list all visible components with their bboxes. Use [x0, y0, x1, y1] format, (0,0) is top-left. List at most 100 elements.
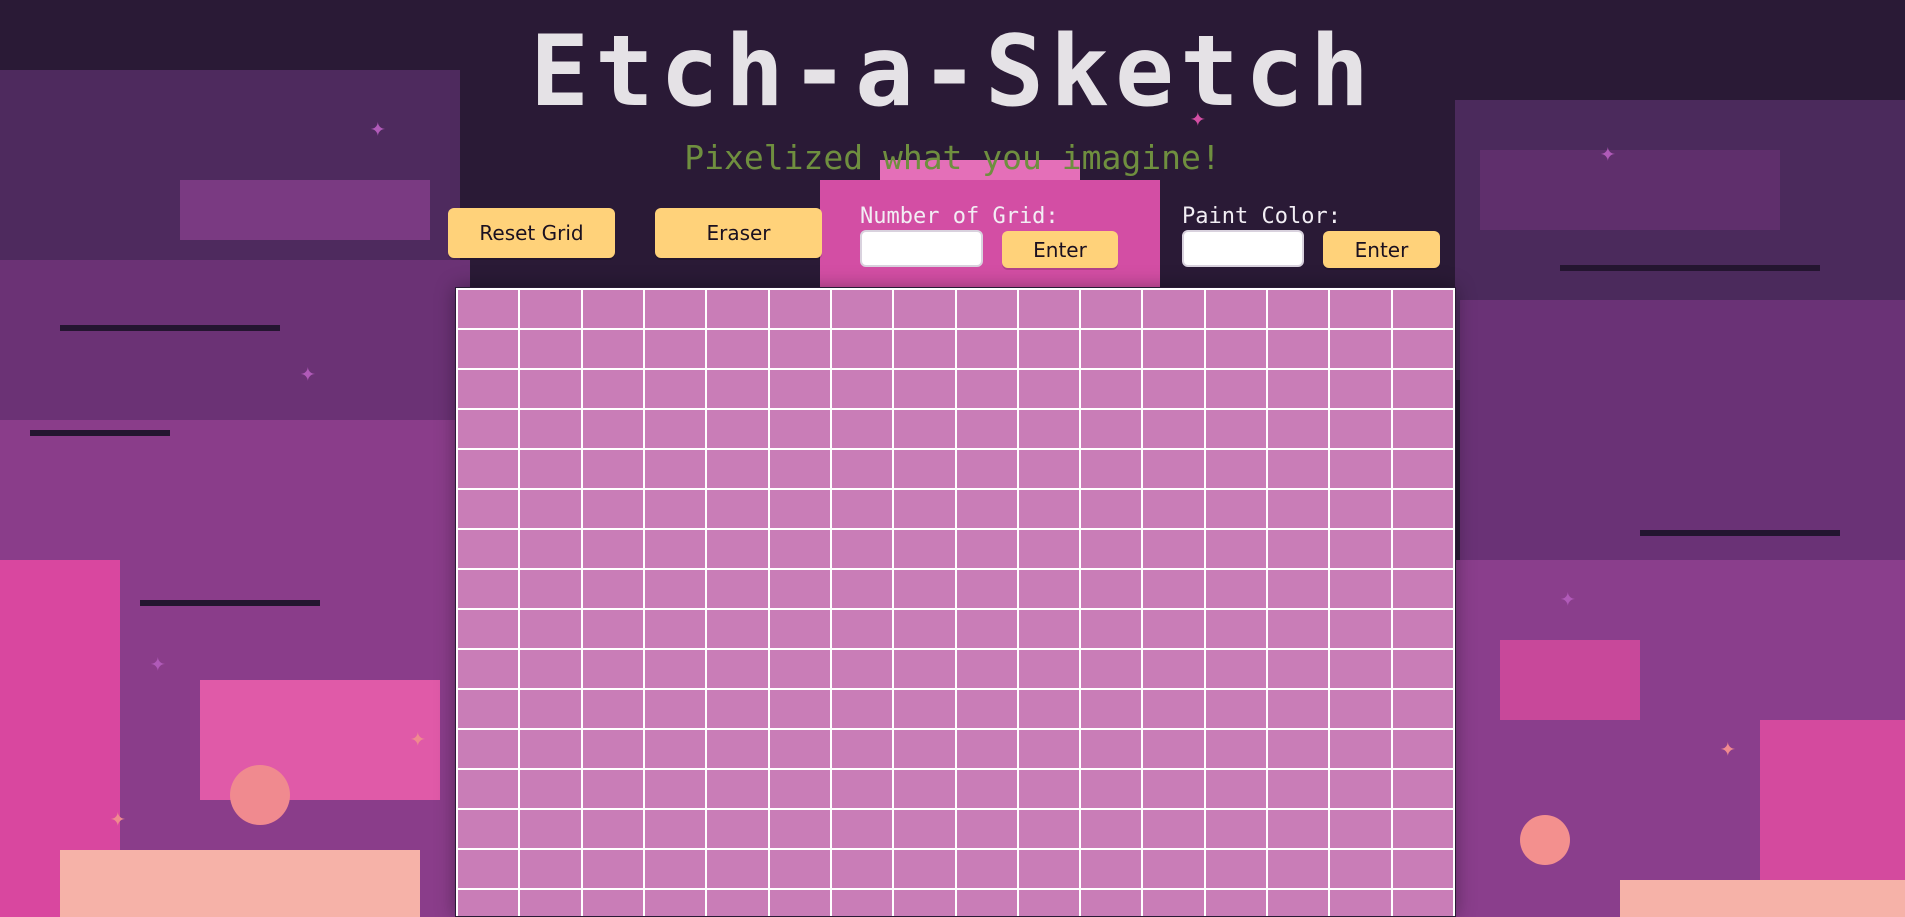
grid-cell[interactable]	[894, 410, 955, 448]
grid-cell[interactable]	[1018, 570, 1080, 608]
grid-cell[interactable]	[1081, 730, 1142, 768]
grid-cell[interactable]	[831, 410, 893, 448]
grid-cell[interactable]	[1205, 770, 1267, 808]
grid-cell[interactable]	[458, 330, 519, 368]
grid-cell[interactable]	[707, 690, 768, 728]
grid-cell[interactable]	[831, 690, 893, 728]
paint-color-input[interactable]	[1182, 230, 1304, 267]
grid-cell[interactable]	[894, 290, 955, 328]
grid-cell[interactable]	[1205, 690, 1267, 728]
grid-cell[interactable]	[1268, 330, 1329, 368]
grid-cell[interactable]	[1018, 370, 1080, 408]
grid-cell[interactable]	[1081, 810, 1142, 848]
grid-cell[interactable]	[894, 890, 955, 916]
grid-cell[interactable]	[582, 490, 643, 528]
grid-cell[interactable]	[1205, 730, 1267, 768]
grid-cell[interactable]	[769, 450, 830, 488]
grid-cell[interactable]	[1081, 450, 1142, 488]
grid-cell[interactable]	[1268, 450, 1329, 488]
grid-cell[interactable]	[769, 610, 830, 648]
grid-cell[interactable]	[1081, 370, 1142, 408]
grid-cell[interactable]	[520, 530, 581, 568]
grid-cell[interactable]	[1392, 370, 1453, 408]
grid-cell[interactable]	[1143, 730, 1204, 768]
grid-cell[interactable]	[707, 450, 768, 488]
grid-cell[interactable]	[1081, 610, 1142, 648]
grid-cell[interactable]	[769, 330, 830, 368]
grid-cell[interactable]	[1205, 290, 1267, 328]
grid-cell[interactable]	[707, 290, 768, 328]
grid-cell[interactable]	[458, 370, 519, 408]
grid-cell[interactable]	[1018, 290, 1080, 328]
grid-cell[interactable]	[644, 330, 706, 368]
grid-cell[interactable]	[956, 850, 1017, 888]
grid-cell[interactable]	[1392, 530, 1453, 568]
grid-cell[interactable]	[1018, 690, 1080, 728]
grid-cell[interactable]	[520, 450, 581, 488]
grid-cell[interactable]	[1205, 410, 1267, 448]
grid-cell[interactable]	[582, 650, 643, 688]
grid-cell[interactable]	[831, 490, 893, 528]
grid-cell[interactable]	[1392, 330, 1453, 368]
grid-cell[interactable]	[1205, 530, 1267, 568]
grid-cell[interactable]	[831, 570, 893, 608]
grid-cell[interactable]	[1330, 890, 1391, 916]
grid-cell[interactable]	[831, 730, 893, 768]
grid-cell[interactable]	[707, 770, 768, 808]
sketch-grid[interactable]	[455, 287, 1456, 917]
grid-cell[interactable]	[1018, 650, 1080, 688]
grid-cell[interactable]	[582, 330, 643, 368]
grid-cell[interactable]	[956, 730, 1017, 768]
grid-cell[interactable]	[956, 770, 1017, 808]
grid-cell[interactable]	[644, 850, 706, 888]
grid-cell[interactable]	[707, 810, 768, 848]
grid-cell[interactable]	[582, 890, 643, 916]
grid-cell[interactable]	[707, 570, 768, 608]
grid-cell[interactable]	[520, 810, 581, 848]
grid-cell[interactable]	[894, 810, 955, 848]
grid-cell[interactable]	[769, 490, 830, 528]
grid-cell[interactable]	[458, 610, 519, 648]
grid-cell[interactable]	[1143, 650, 1204, 688]
grid-cell[interactable]	[894, 690, 955, 728]
grid-cell[interactable]	[1143, 530, 1204, 568]
grid-cell[interactable]	[1205, 810, 1267, 848]
grid-cell[interactable]	[831, 890, 893, 916]
grid-cell[interactable]	[769, 730, 830, 768]
grid-cell[interactable]	[1392, 490, 1453, 528]
grid-number-input[interactable]	[860, 230, 983, 267]
grid-cell[interactable]	[1018, 730, 1080, 768]
grid-cell[interactable]	[769, 770, 830, 808]
grid-cell[interactable]	[956, 890, 1017, 916]
grid-cell[interactable]	[644, 730, 706, 768]
grid-cell[interactable]	[520, 570, 581, 608]
grid-cell[interactable]	[894, 650, 955, 688]
grid-cell[interactable]	[707, 730, 768, 768]
grid-cell[interactable]	[831, 450, 893, 488]
grid-cell[interactable]	[644, 490, 706, 528]
grid-cell[interactable]	[1392, 890, 1453, 916]
grid-cell[interactable]	[769, 530, 830, 568]
grid-cell[interactable]	[520, 770, 581, 808]
grid-cell[interactable]	[831, 290, 893, 328]
grid-cell[interactable]	[582, 370, 643, 408]
grid-cell[interactable]	[1081, 890, 1142, 916]
grid-cell[interactable]	[582, 810, 643, 848]
grid-cell[interactable]	[956, 370, 1017, 408]
grid-cell[interactable]	[1330, 610, 1391, 648]
grid-cell[interactable]	[582, 690, 643, 728]
grid-cell[interactable]	[520, 690, 581, 728]
grid-cell[interactable]	[707, 610, 768, 648]
grid-cell[interactable]	[831, 370, 893, 408]
grid-cell[interactable]	[458, 490, 519, 528]
grid-cell[interactable]	[707, 330, 768, 368]
grid-cell[interactable]	[1018, 490, 1080, 528]
paint-color-enter-button[interactable]: Enter	[1323, 231, 1440, 268]
grid-cell[interactable]	[707, 370, 768, 408]
eraser-button[interactable]: Eraser	[655, 208, 822, 258]
grid-cell[interactable]	[1143, 290, 1204, 328]
grid-cell[interactable]	[894, 370, 955, 408]
grid-cell[interactable]	[1018, 850, 1080, 888]
grid-cell[interactable]	[707, 410, 768, 448]
grid-cell[interactable]	[644, 810, 706, 848]
